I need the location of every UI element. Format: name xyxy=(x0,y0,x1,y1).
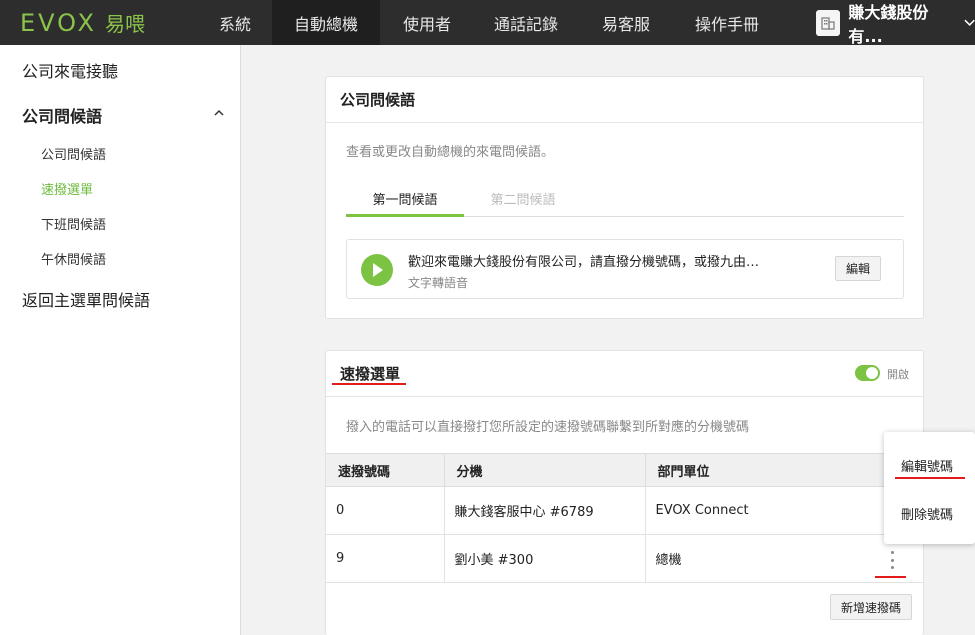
nav-auto-attendant[interactable]: 自動總機 xyxy=(272,0,380,45)
greeting-message-type: 文字轉語音 xyxy=(408,276,469,290)
nav-easy-service[interactable]: 易客服 xyxy=(588,0,664,45)
company-name: 賺大錢股份有... xyxy=(848,2,929,46)
speed-dial-description: 撥入的電話可以直接撥打您所設定的速撥號碼聯繫到所對應的分機號碼 xyxy=(346,420,750,435)
sidebar-sub-greeting[interactable]: 公司問候語 xyxy=(41,144,106,163)
evox-logo[interactable]: EVOX 易喂 xyxy=(0,0,200,45)
table-header-row: 速撥號碼 分機 部門單位 xyxy=(326,453,924,487)
play-icon xyxy=(373,263,383,277)
speed-dial-title: 速撥選單 xyxy=(326,351,923,397)
table-cell: 賺大錢客服中心 #6789 xyxy=(444,486,646,535)
column-header: 速撥號碼 xyxy=(326,453,445,487)
sidebar: 公司來電接聽 公司問候語 公司問候語 速撥選單 下班問候語 午休問候語 返回主選… xyxy=(0,45,241,635)
menu-underline-annotation xyxy=(875,576,906,578)
play-button[interactable] xyxy=(361,254,393,286)
logo-text: EVOX xyxy=(20,8,97,37)
speed-dial-table: 速撥號碼 分機 部門單位 0 賺大錢客服中心 #6789 EVOX Connec… xyxy=(326,453,924,583)
sidebar-item-company-greeting[interactable]: 公司問候語 xyxy=(22,103,102,127)
sidebar-item-incoming-answer[interactable]: 公司來電接聽 xyxy=(22,58,118,82)
title-underline-annotation xyxy=(332,383,406,385)
greeting-message-text: 歡迎來電賺大錢股份有限公司，請直撥分機號碼，或撥九由… xyxy=(408,255,760,270)
table-cell: 0 xyxy=(326,486,445,535)
column-header: 分機 xyxy=(444,453,646,487)
add-speed-dial-button[interactable]: 新增速撥碼 xyxy=(830,594,912,620)
row-context-menu: 編輯號碼 刪除號碼 xyxy=(884,432,975,544)
column-header: 部門單位 xyxy=(645,453,924,487)
greeting-description: 查看或更改自動總機的來電問候語。 xyxy=(346,145,555,160)
sidebar-item-return-main[interactable]: 返回主選單問候語 xyxy=(22,287,150,311)
greeting-message-box: 歡迎來電賺大錢股份有限公司，請直撥分機號碼，或撥九由… 文字轉語音 xyxy=(346,239,904,299)
logo-subtext: 易喂 xyxy=(104,12,145,36)
tab-first-greeting[interactable]: 第一問候語 xyxy=(346,189,464,208)
table-row: 0 賺大錢客服中心 #6789 EVOX Connect xyxy=(326,486,924,535)
edit-greeting-button[interactable]: 編輯 xyxy=(835,256,881,281)
nav-manual[interactable]: 操作手冊 xyxy=(680,0,774,45)
chevron-up-icon[interactable] xyxy=(214,108,224,118)
toggle-label: 開啟 xyxy=(887,368,909,381)
delete-number-menu-item[interactable]: 刪除號碼 xyxy=(901,504,953,523)
table-cell: 9 xyxy=(326,534,445,583)
building-icon xyxy=(816,9,841,36)
nav-users[interactable]: 使用者 xyxy=(382,0,472,45)
table-cell: 劉小美 #300 xyxy=(444,534,646,583)
speed-dial-toggle[interactable] xyxy=(855,365,880,381)
edit-underline-annotation xyxy=(895,477,965,479)
nav-call-records[interactable]: 通話記錄 xyxy=(478,0,574,45)
active-tab-indicator xyxy=(346,214,464,217)
top-nav-bar: EVOX 易喂 系統 自動總機 使用者 通話記錄 易客服 操作手冊 賺大錢股份有… xyxy=(0,0,975,46)
company-selector[interactable]: 賺大錢股份有... xyxy=(816,0,975,46)
greeting-card-title: 公司問候語 xyxy=(326,77,923,123)
table-row: 9 劉小美 #300 總機 xyxy=(326,534,924,583)
table-cell: EVOX Connect xyxy=(645,486,924,535)
nav-system[interactable]: 系統 xyxy=(200,0,270,45)
sidebar-sub-lunch-break[interactable]: 午休問候語 xyxy=(41,249,106,268)
edit-number-menu-item[interactable]: 編輯號碼 xyxy=(901,456,953,475)
sidebar-sub-after-hours[interactable]: 下班問候語 xyxy=(41,214,106,233)
row-menu-icon[interactable] xyxy=(888,550,896,570)
sidebar-sub-speed-dial[interactable]: 速撥選單 xyxy=(41,179,93,198)
tab-second-greeting[interactable]: 第二問候語 xyxy=(464,189,582,208)
chevron-down-icon xyxy=(964,19,975,26)
